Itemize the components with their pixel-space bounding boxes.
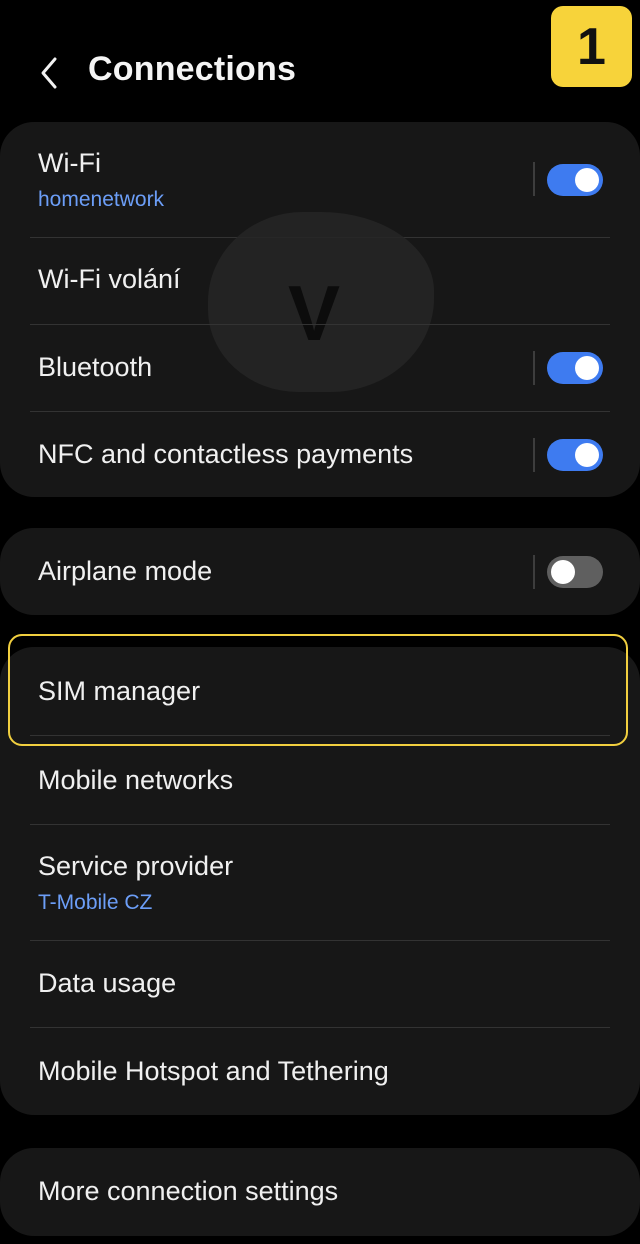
mobile-card: SIM manager Mobile networks Service prov… [0,647,640,1115]
connections-card-primary: Wi-Fi homenetwork V Wi-Fi volání Bluetoo… [0,122,640,497]
airplane-mode-label: Airplane mode [38,556,213,586]
nfc-label: NFC and contactless payments [38,439,414,469]
data-usage-row[interactable]: Data usage [0,941,640,1027]
mobile-networks-row[interactable]: Mobile networks [0,736,640,824]
wifi-calling-label: Wi-Fi volání [38,264,181,294]
service-provider-label: Service provider [38,851,234,881]
airplane-card: Airplane mode [0,528,640,615]
bluetooth-row[interactable]: Bluetooth [0,325,640,411]
bluetooth-label: Bluetooth [38,352,153,382]
wifi-toggle[interactable] [547,164,603,196]
step-number-badge: 1 [551,6,632,87]
toggle-separator [533,162,535,196]
sim-manager-row[interactable]: SIM manager [0,647,640,735]
chevron-left-icon[interactable] [38,56,60,90]
header: Connections [0,0,640,120]
more-connection-settings-row[interactable]: More connection settings [0,1148,640,1236]
toggle-separator [533,555,535,589]
toggle-separator [533,351,535,385]
wifi-calling-row[interactable]: Wi-Fi volání [0,238,640,324]
mobile-networks-label: Mobile networks [38,765,234,795]
hotspot-row[interactable]: Mobile Hotspot and Tethering [0,1028,640,1115]
more-settings-card: More connection settings [0,1148,640,1236]
hotspot-label: Mobile Hotspot and Tethering [38,1056,389,1086]
airplane-mode-toggle[interactable] [547,556,603,588]
page-title: Connections [88,50,297,88]
wifi-network-name: homenetwork [38,188,165,211]
service-provider-row[interactable]: Service provider T-Mobile CZ [0,825,640,940]
nfc-row[interactable]: NFC and contactless payments [0,412,640,497]
wifi-label: Wi-Fi [38,148,101,178]
nfc-toggle[interactable] [547,439,603,471]
back-button[interactable] [34,54,64,92]
service-provider-name: T-Mobile CZ [38,891,153,914]
data-usage-label: Data usage [38,968,177,998]
airplane-mode-row[interactable]: Airplane mode [0,528,640,615]
bluetooth-toggle[interactable] [547,352,603,384]
sim-manager-label: SIM manager [38,676,201,706]
more-connection-settings-label: More connection settings [38,1176,339,1206]
toggle-separator [533,438,535,472]
